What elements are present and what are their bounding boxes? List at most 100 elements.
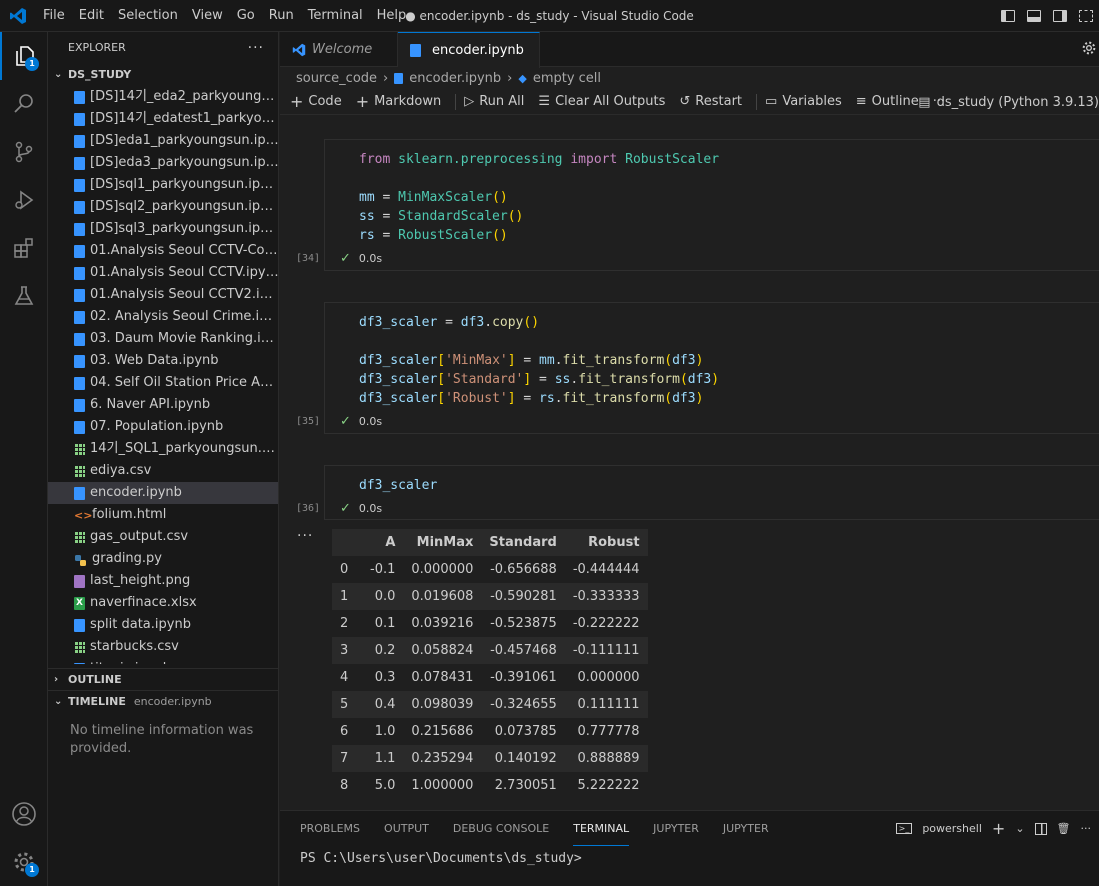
table-cell: 0.777778	[577, 724, 640, 739]
tab-welcome[interactable]: Welcome	[280, 32, 398, 67]
table-cell: -0.444444	[572, 562, 640, 577]
restart-label: Restart	[695, 94, 743, 109]
explorer-header: EXPLORER ···	[48, 32, 278, 64]
menu-help[interactable]: Help	[370, 8, 414, 23]
shell-label[interactable]: powershell	[922, 822, 982, 835]
terminal-output[interactable]: PS C:\Users\user\Documents\ds_study>	[280, 850, 1099, 868]
file-item[interactable]: [DS]eda3_parkyoungsun.ipynb	[48, 152, 278, 174]
add-markdown-button[interactable]: + Markdown	[356, 92, 442, 111]
more-actions-icon[interactable]: ···	[248, 32, 264, 64]
breadcrumb-cell[interactable]: empty cell	[533, 71, 601, 86]
testing-activity[interactable]	[0, 272, 48, 320]
notebook-icon	[74, 200, 85, 214]
file-item[interactable]: starbucks.csv	[48, 636, 278, 658]
outline-button[interactable]: ≡ Outline	[856, 94, 919, 109]
source-control-activity[interactable]	[0, 128, 48, 176]
menu-edit[interactable]: Edit	[72, 8, 111, 23]
file-item[interactable]: [DS]eda1_parkyoungsun.ipynb	[48, 130, 278, 152]
trash-icon[interactable]: 🗑	[1057, 822, 1071, 835]
file-name: 6. Naver API.ipynb	[90, 397, 211, 412]
file-item[interactable]: [DS]14기_eda2_parkyoungsun.ipynb	[48, 86, 278, 108]
customize-layout-icon[interactable]	[1079, 10, 1093, 22]
variables-button[interactable]: ▭ Variables	[765, 94, 842, 109]
menu-go[interactable]: Go	[230, 8, 262, 23]
tab-problems[interactable]: PROBLEMS	[300, 811, 360, 846]
toggle-secondary-sidebar-icon[interactable]	[1053, 10, 1067, 22]
file-item[interactable]: 14기_SQL1_parkyoungsun.csv.csv	[48, 438, 278, 460]
run-all-button[interactable]: ▷ Run All	[464, 94, 524, 109]
file-item[interactable]: 6. Naver API.ipynb	[48, 394, 278, 416]
notebook-icon	[74, 156, 85, 170]
code-cell[interactable]: df3_scaler = df3.copy() df3_scaler['MinM…	[324, 302, 1099, 434]
code-cell[interactable]: from sklearn.preprocessing import Robust…	[324, 139, 1099, 271]
file-item[interactable]: gas_output.csv	[48, 526, 278, 548]
code-cell[interactable]: df3_scaler	[324, 465, 1099, 520]
toggle-primary-sidebar-icon[interactable]	[1001, 10, 1015, 22]
clear-outputs-button[interactable]: ☰ Clear All Outputs	[538, 94, 665, 109]
menu-terminal[interactable]: Terminal	[301, 8, 370, 23]
file-item[interactable]: 01.Analysis Seoul CCTV-Copy1.ipynb	[48, 240, 278, 262]
file-item[interactable]: Xnaverfinace.xlsx	[48, 592, 278, 614]
file-item[interactable]: grading.py	[48, 548, 278, 570]
restart-button[interactable]: ↺ Restart	[679, 94, 742, 109]
file-item[interactable]: 04. Self Oil Station Price Analysis.ipyn…	[48, 372, 278, 394]
extensions-activity[interactable]	[0, 224, 48, 272]
more-actions-icon[interactable]: ···	[1081, 822, 1092, 835]
file-item[interactable]: titanic.ipynb	[48, 658, 278, 664]
file-name: encoder.ipynb	[90, 485, 182, 500]
file-item[interactable]: split data.ipynb	[48, 614, 278, 636]
activity-bar: 1 1	[0, 32, 48, 886]
accounts-activity[interactable]	[0, 790, 48, 838]
menu-file[interactable]: File	[36, 8, 72, 23]
file-item[interactable]: [DS]sql2_parkyoungsun.ipynb	[48, 196, 278, 218]
file-item[interactable]: <> folium.html	[48, 504, 278, 526]
file-item[interactable]: 01.Analysis Seoul CCTV2.ipynb	[48, 284, 278, 306]
tab-jupyter[interactable]: JUPYTER	[653, 811, 699, 846]
split-terminal-icon[interactable]	[1034, 822, 1047, 835]
file-item[interactable]: 01.Analysis Seoul CCTV.ipynb	[48, 262, 278, 284]
cell-time: 0.0s	[358, 415, 383, 428]
tab-jupyter-2[interactable]: JUPYTER	[723, 811, 769, 846]
tab-output[interactable]: OUTPUT	[384, 811, 429, 846]
tab-debug-console[interactable]: DEBUG CONSOLE	[453, 811, 549, 846]
file-name: starbucks.csv	[90, 639, 179, 654]
table-row: 4 0.3 0.078431 -0.391061 0.000000	[332, 664, 648, 691]
output-more-icon[interactable]: ···	[297, 528, 313, 544]
menu-view[interactable]: View	[185, 8, 230, 23]
search-activity[interactable]	[0, 80, 48, 128]
add-code-button[interactable]: + Code	[290, 92, 342, 111]
file-item[interactable]: [DS]14기_edatest1_parkyoungsun.ipynb	[48, 108, 278, 130]
file-item[interactable]: 02. Analysis Seoul Crime.ipynb	[48, 306, 278, 328]
tab-terminal[interactable]: TERMINAL	[573, 811, 630, 846]
file-item[interactable]: encoder.ipynb	[48, 482, 278, 504]
tab-encoder[interactable]: encoder.ipynb	[398, 32, 540, 68]
manage-activity[interactable]: 1	[0, 838, 48, 886]
breadcrumb-file[interactable]: encoder.ipynb	[409, 71, 501, 86]
toggle-panel-icon[interactable]	[1027, 10, 1041, 22]
file-item[interactable]: ediya.csv	[48, 460, 278, 482]
file-item[interactable]: [DS]sql3_parkyoungsun.ipynb	[48, 218, 278, 240]
cell-source[interactable]: from sklearn.preprocessing import Robust…	[325, 140, 1099, 245]
file-item[interactable]: 03. Daum Movie Ranking.ipynb	[48, 328, 278, 350]
breadcrumb-folder[interactable]: source_code	[296, 71, 377, 86]
file-item[interactable]: 03. Web Data.ipynb	[48, 350, 278, 372]
menu-run[interactable]: Run	[262, 8, 301, 23]
new-terminal-icon[interactable]: +	[992, 819, 1005, 838]
cell-source[interactable]: df3_scaler	[325, 466, 1099, 495]
run-debug-activity[interactable]	[0, 176, 48, 224]
timeline-section-header[interactable]: ⌄ TIMELINE encoder.ipynb	[48, 690, 278, 712]
kernel-picker[interactable]: ▤ ds_study (Python 3.9.13)	[918, 89, 1099, 115]
menu-selection[interactable]: Selection	[111, 8, 185, 23]
file-item[interactable]: last_height.png	[48, 570, 278, 592]
folder-header[interactable]: ⌄ DS_STUDY	[48, 64, 278, 86]
table-cell: 0.3	[374, 670, 396, 685]
file-item[interactable]: 07. Population.ipynb	[48, 416, 278, 438]
column-header: Robust	[564, 529, 648, 556]
explorer-activity[interactable]: 1	[0, 32, 48, 80]
chevron-down-icon[interactable]: ⌄	[1015, 822, 1024, 835]
outline-section-header[interactable]: › OUTLINE	[48, 668, 278, 690]
file-name: gas_output.csv	[90, 529, 189, 544]
gear-icon[interactable]	[1081, 40, 1097, 56]
file-item[interactable]: [DS]sql1_parkyoungsun.ipynb	[48, 174, 278, 196]
cell-source[interactable]: df3_scaler = df3.copy() df3_scaler['MinM…	[325, 303, 1099, 408]
